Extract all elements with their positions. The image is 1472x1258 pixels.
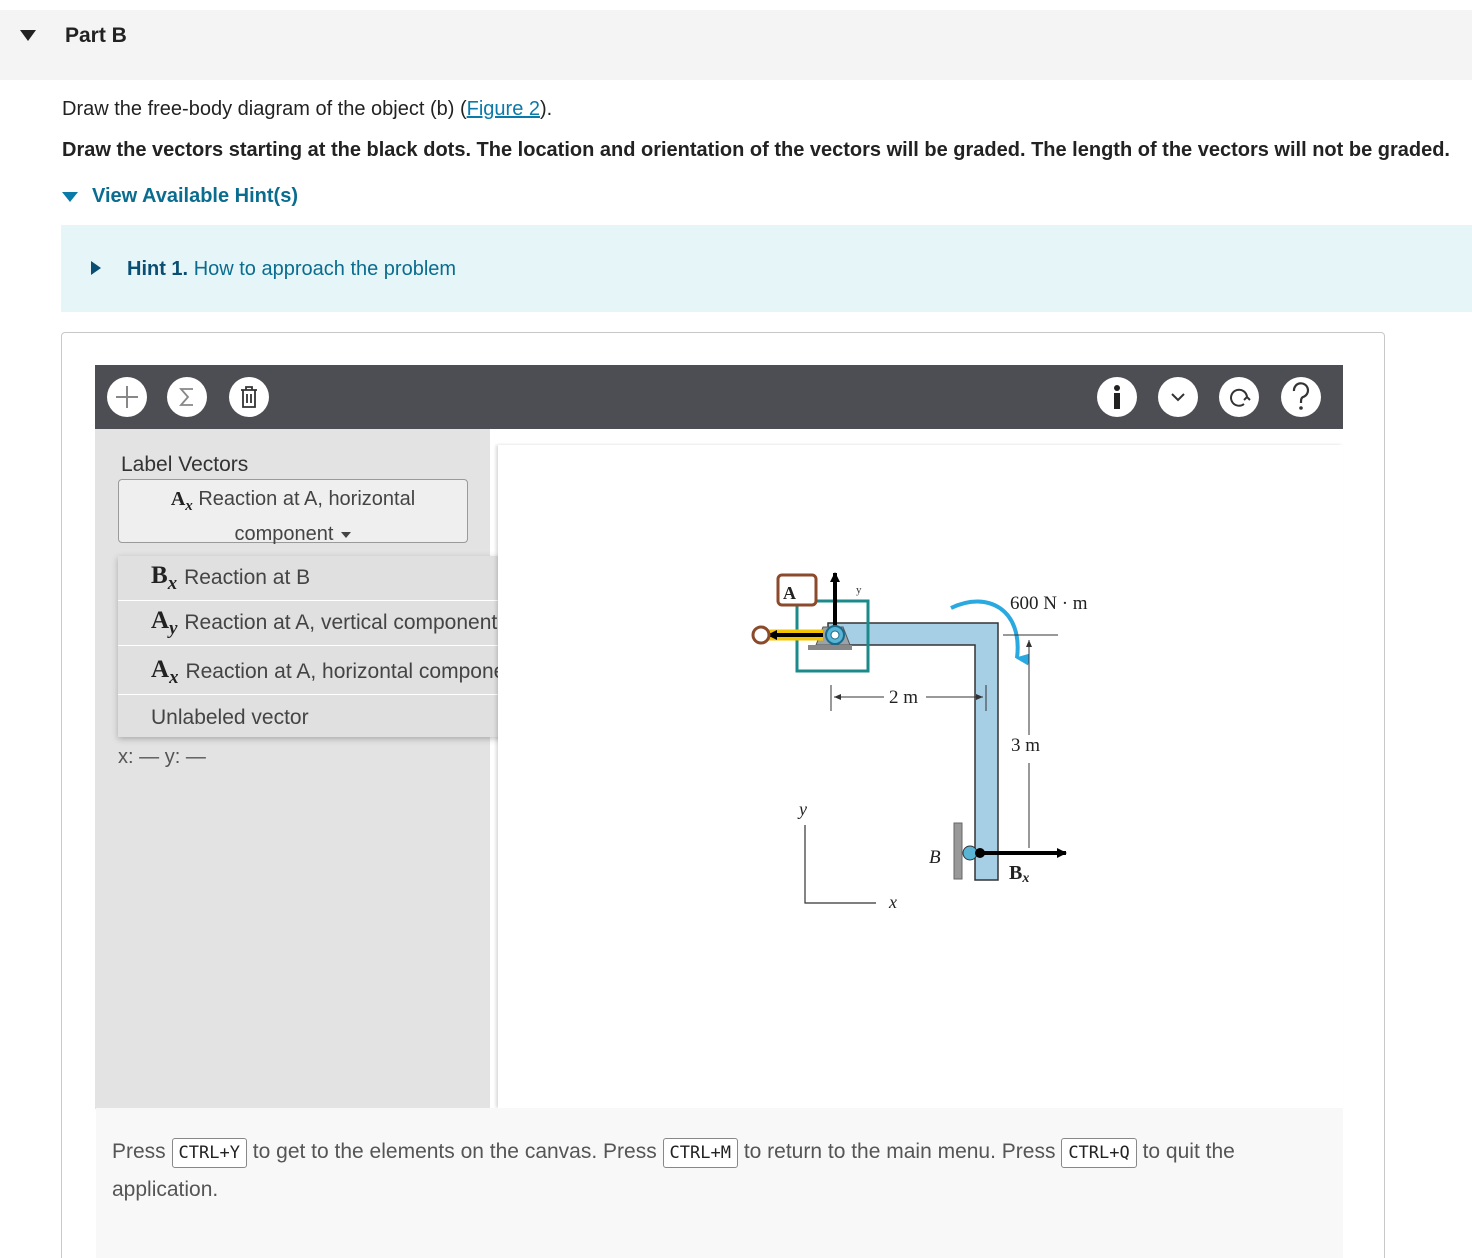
collapse-caret-icon[interactable] (20, 30, 36, 41)
label-tag-text: A (783, 583, 796, 603)
option-label: Reaction at A, horizontal component (185, 660, 523, 683)
drawing-canvas[interactable]: y A 600 N · m 2 m 3 m B Bx y x (498, 445, 1343, 1108)
help-button[interactable] (1281, 377, 1321, 417)
axis-x-label: x (888, 892, 897, 912)
dimension-2m: 2 m (889, 687, 918, 708)
free-body-figure: y A 600 N · m 2 m 3 m B Bx y x (751, 572, 1088, 912)
plus-icon (116, 386, 138, 408)
info-button[interactable] (1097, 377, 1137, 417)
chevron-down-icon (62, 191, 78, 202)
shortcut-ctrl-m: CTRL+M (662, 1138, 738, 1168)
roller (962, 845, 978, 861)
hint-title: How to approach the problem (193, 258, 457, 280)
option-label: Reaction at A, vertical component (184, 611, 498, 634)
chevron-right-icon[interactable] (91, 261, 101, 275)
axis-y-label: y (797, 799, 807, 819)
question-text: Draw the free-body diagram of the object… (62, 98, 552, 121)
vector-coordinates: x: — y: — (118, 746, 206, 768)
instructions-text: Draw the vectors starting at the black d… (62, 139, 1450, 161)
help-icon (1292, 382, 1310, 410)
moment-label: 600 N · m (1010, 593, 1088, 614)
ay-subscript-mark: y (856, 584, 862, 596)
expand-menu-button[interactable] (1158, 377, 1198, 417)
part-title: Part B (65, 24, 127, 47)
vector-label-select[interactable]: Ax Reaction at A, horizontal component (118, 479, 468, 545)
label-vectors-title: Label Vectors (121, 453, 249, 476)
caret-down-icon (341, 531, 352, 538)
delete-button[interactable] (229, 377, 269, 417)
view-hints-label: View Available Hint(s) (92, 185, 298, 207)
question-suffix: ). (540, 98, 553, 120)
shortcut-ctrl-q: CTRL+Q (1061, 1138, 1137, 1168)
reset-icon (1230, 388, 1251, 407)
trash-icon (241, 386, 257, 408)
coordinate-axes (804, 825, 876, 904)
hint-panel: Hint 1. How to approach the problem (61, 225, 1472, 312)
shortcut-ctrl-y: CTRL+Y (171, 1138, 247, 1168)
roller-wall (953, 822, 963, 880)
add-sum-button[interactable] (167, 377, 207, 417)
vector-handle[interactable] (751, 625, 771, 645)
add-vector-button[interactable] (107, 377, 147, 417)
part-header[interactable]: Part B (0, 10, 1472, 80)
point-b-label: B (929, 847, 941, 868)
bx-label: Bx (1009, 862, 1029, 886)
dimension-3m: 3 m (1011, 735, 1040, 756)
chevron-down-icon (1171, 393, 1185, 402)
sigma-icon (179, 388, 193, 406)
option-label: Unlabeled vector (151, 705, 309, 729)
support-base (808, 645, 852, 650)
selected-label-text: Reaction at A, horizontal component (198, 488, 416, 545)
tool-toolbar (95, 365, 1343, 429)
selected-symbol: Ax (170, 488, 193, 514)
hint-number: Hint 1. (127, 258, 189, 280)
view-hints-toggle[interactable]: View Available Hint(s) (62, 185, 298, 208)
keyboard-help-text: Press CTRL+Y to get to the elements on t… (112, 1138, 1235, 1201)
hint-1-link[interactable]: Hint 1. How to approach the problem (127, 258, 456, 281)
figure-link[interactable]: Figure 2 (467, 98, 540, 120)
anchor-dot-b[interactable] (975, 848, 985, 858)
question-prefix: Draw the free-body diagram of the object… (62, 98, 467, 120)
reset-button[interactable] (1219, 377, 1259, 417)
beam (827, 622, 999, 881)
info-icon (1114, 385, 1120, 409)
option-label: Reaction at B (184, 566, 311, 589)
